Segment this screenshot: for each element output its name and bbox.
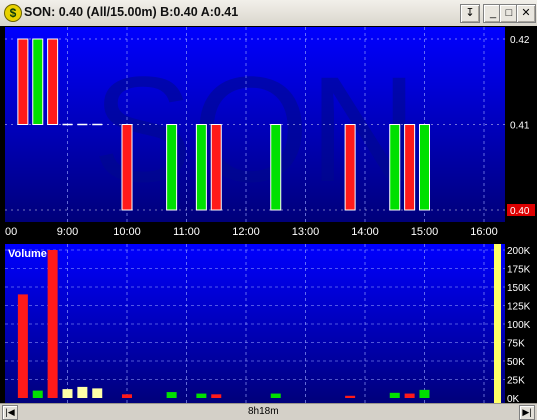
candle [404, 124, 416, 211]
time-span-label: 8h18m [248, 406, 279, 417]
volume-tick-label: 175K [507, 265, 531, 276]
volume-bar [389, 392, 400, 398]
title-bar: $ SON: 0.40 (All/15.00m) B:0.40 A:0.41 ↧… [0, 0, 537, 27]
time-tick-label: 10:00 [113, 226, 141, 238]
time-tick-label: 11:00 [173, 226, 200, 238]
last-price-label: 0.40 [510, 206, 530, 217]
symbol-watermark: SON [92, 45, 417, 213]
volume-bar [122, 394, 132, 398]
candle [47, 38, 59, 125]
volume-bar [211, 394, 222, 398]
window-title: SON: 0.40 (All/15.00m) B:0.40 A:0.41 [24, 5, 239, 19]
volume-bar [32, 390, 43, 398]
volume-tick-label: 150K [507, 283, 531, 294]
volume-axis: 200K175K150K125K100K75K50K25K0K [507, 246, 531, 405]
time-axis: 00 9:00 10:00 11:00 12:00 13:00 14:00 15:00 16:0… [5, 226, 498, 238]
price-tick-label: 0.42 [510, 35, 530, 46]
volume-tick-label: 125K [507, 302, 531, 313]
volume-bar [62, 389, 73, 398]
time-tick-label: 14:00 [351, 226, 379, 238]
price-volume-chart[interactable]: SON 0.42 0.41 0.40 00 9:00 10:00 11:00 12:00 13… [0, 26, 537, 414]
scroll-left-button[interactable]: |◀ [2, 405, 18, 420]
volume-bar [404, 393, 415, 398]
time-tick-label: 13:00 [292, 226, 320, 238]
candle [166, 124, 178, 211]
candle [419, 124, 430, 211]
candle [17, 38, 29, 125]
time-tick-label: 00 [5, 226, 17, 238]
candle [210, 124, 222, 211]
time-tick-label: 15:00 [411, 226, 439, 238]
price-tick-label: 0.41 [510, 121, 530, 132]
price-axis: 0.42 0.41 0.40 [507, 35, 535, 217]
volume-tick-label: 25K [507, 376, 525, 387]
volume-tick-label: 50K [507, 357, 525, 368]
chart-area[interactable]: SON 0.42 0.41 0.40 00 9:00 10:00 11:00 12:00 13… [0, 26, 537, 414]
horizontal-scrollbar[interactable]: |◀ 8h18m ▶| [0, 403, 537, 420]
time-tick-label: 12:00 [232, 226, 260, 238]
volume-bar [47, 250, 58, 398]
candle [195, 124, 207, 211]
time-tick-label: 9:00 [57, 226, 78, 238]
volume-bar [92, 388, 103, 398]
volume-tick-label: 100K [507, 320, 531, 331]
candle [270, 124, 282, 211]
volume-bar [345, 395, 356, 398]
app-icon: $ [4, 4, 22, 22]
candle [32, 38, 44, 125]
volume-scale-bar [494, 244, 501, 404]
volume-label: Volume [8, 248, 47, 260]
candle [344, 124, 356, 211]
volume-bar [17, 294, 28, 398]
volume-bar [77, 386, 88, 398]
time-tick-label: 16:00 [470, 226, 498, 238]
volume-bar [196, 393, 207, 398]
close-button[interactable]: ✕ [516, 4, 536, 23]
volume-bar [166, 392, 177, 398]
candle [389, 124, 401, 211]
volume-tick-label: 200K [507, 246, 531, 257]
volume-tick-label: 75K [507, 339, 525, 350]
pin-button[interactable]: ↧ [460, 4, 480, 23]
scroll-right-button[interactable]: ▶| [519, 405, 535, 420]
candle [121, 124, 133, 211]
volume-bar [270, 393, 281, 398]
volume-bar [419, 389, 430, 398]
